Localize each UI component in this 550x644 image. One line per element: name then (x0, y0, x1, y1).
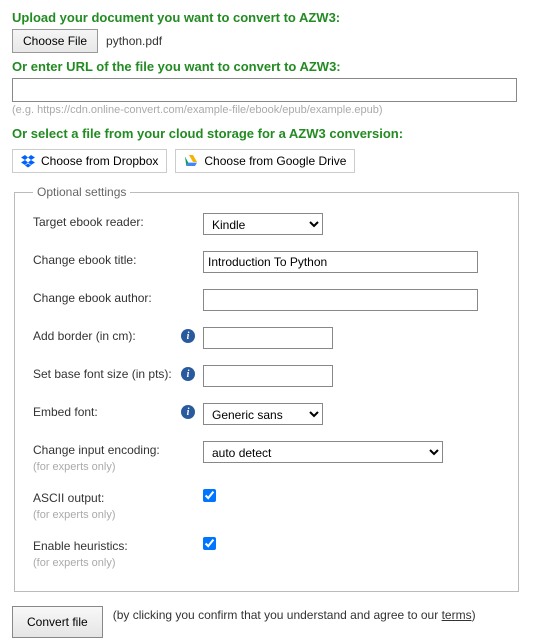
url-input[interactable] (12, 78, 517, 102)
heuristics-label: Enable heuristics: (33, 539, 128, 553)
dropbox-button[interactable]: Choose from Dropbox (12, 149, 167, 173)
ebook-author-label: Change ebook author: (33, 291, 152, 305)
fieldset-legend: Optional settings (33, 185, 130, 199)
fontsize-input[interactable] (203, 365, 333, 387)
ascii-label: ASCII output: (33, 491, 104, 505)
ebook-title-label: Change ebook title: (33, 253, 136, 267)
info-icon[interactable]: i (181, 405, 195, 419)
dropbox-label: Choose from Dropbox (41, 154, 158, 168)
convert-button[interactable]: Convert file (12, 606, 103, 638)
border-input[interactable] (203, 327, 333, 349)
ascii-checkbox[interactable] (203, 489, 216, 502)
encoding-label: Change input encoding: (33, 443, 160, 457)
gdrive-button[interactable]: Choose from Google Drive (175, 149, 355, 173)
terms-link[interactable]: terms (442, 608, 472, 622)
border-label: Add border (in cm): (33, 329, 136, 343)
embed-font-label: Embed font: (33, 405, 98, 419)
ebook-title-input[interactable] (203, 251, 478, 273)
encoding-select[interactable]: auto detect (203, 441, 443, 463)
target-reader-select[interactable]: Kindle (203, 213, 323, 235)
url-heading: Or enter URL of the file you want to con… (12, 59, 538, 74)
optional-settings-fieldset: Optional settings Target ebook reader: K… (14, 185, 519, 592)
ascii-sublabel: (for experts only) (33, 509, 203, 521)
gdrive-icon (184, 154, 198, 168)
embed-font-select[interactable]: Generic sans (203, 403, 323, 425)
target-reader-label: Target ebook reader: (33, 215, 144, 229)
fontsize-label: Set base font size (in pts): (33, 367, 172, 381)
gdrive-label: Choose from Google Drive (204, 154, 346, 168)
ebook-author-input[interactable] (203, 289, 478, 311)
heuristics-sublabel: (for experts only) (33, 557, 203, 569)
info-icon[interactable]: i (181, 367, 195, 381)
upload-heading: Upload your document you want to convert… (12, 10, 538, 25)
chosen-filename: python.pdf (106, 34, 162, 48)
cloud-heading: Or select a file from your cloud storage… (12, 126, 538, 141)
url-hint: (e.g. https://cdn.online-convert.com/exa… (12, 104, 538, 116)
choose-file-button[interactable]: Choose File (12, 29, 98, 53)
dropbox-icon (21, 154, 35, 168)
info-icon[interactable]: i (181, 329, 195, 343)
encoding-sublabel: (for experts only) (33, 461, 203, 473)
heuristics-checkbox[interactable] (203, 537, 216, 550)
terms-note: (by clicking you confirm that you unders… (113, 606, 517, 622)
